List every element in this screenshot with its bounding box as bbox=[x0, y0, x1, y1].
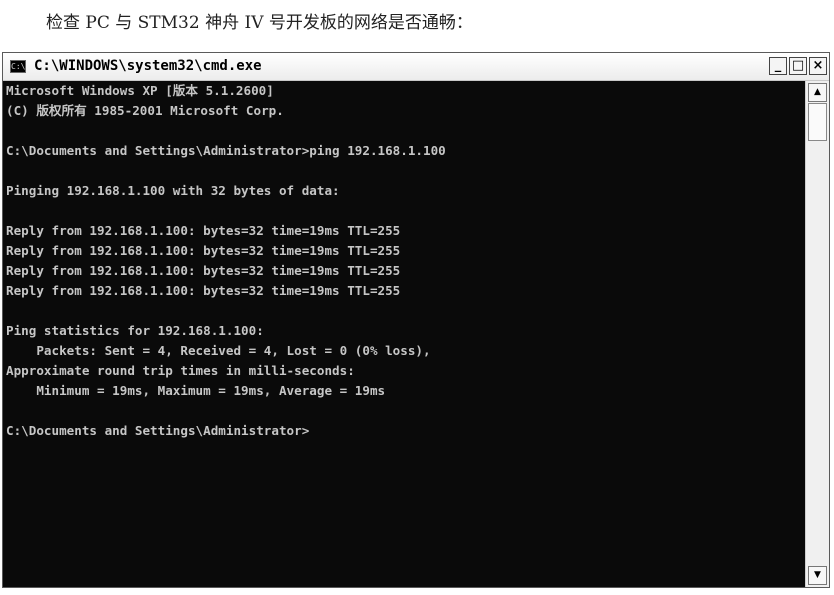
vertical-scrollbar[interactable]: ▲ ▼ bbox=[805, 81, 829, 587]
console-line: Minimum = 19ms, Maximum = 19ms, Average … bbox=[6, 383, 386, 398]
console-line: Reply from 192.168.1.100: bytes=32 time=… bbox=[6, 223, 401, 238]
console-line: Packets: Sent = 4, Received = 4, Lost = … bbox=[6, 343, 431, 358]
console-output[interactable]: Microsoft Windows XP [版本 5.1.2600] (C) 版… bbox=[3, 81, 805, 587]
console-line: Reply from 192.168.1.100: bytes=32 time=… bbox=[6, 243, 401, 258]
console-line: Ping statistics for 192.168.1.100: bbox=[6, 323, 264, 338]
scroll-up-arrow-icon[interactable]: ▲ bbox=[808, 83, 827, 102]
title-bar[interactable]: C:\ C:\WINDOWS\system32\cmd.exe _ □ × bbox=[3, 53, 829, 81]
console-line: C:\Documents and Settings\Administrator>… bbox=[6, 143, 446, 158]
console-line: Reply from 192.168.1.100: bytes=32 time=… bbox=[6, 263, 401, 278]
window-title: C:\WINDOWS\system32\cmd.exe bbox=[34, 58, 262, 74]
console-line: Approximate round trip times in milli-se… bbox=[6, 363, 355, 378]
cmd-window: C:\ C:\WINDOWS\system32\cmd.exe _ □ × Mi… bbox=[2, 52, 830, 588]
console-line: Pinging 192.168.1.100 with 32 bytes of d… bbox=[6, 183, 340, 198]
close-button[interactable]: × bbox=[809, 57, 827, 75]
console-line: Microsoft Windows XP [版本 5.1.2600] bbox=[6, 83, 274, 98]
maximize-button[interactable]: □ bbox=[789, 57, 807, 75]
console-line: (C) 版权所有 1985-2001 Microsoft Corp. bbox=[6, 103, 284, 118]
cmd-app-icon[interactable]: C:\ bbox=[10, 60, 26, 73]
document-caption: 检查 PC 与 STM32 神舟 IV 号开发板的网络是否通畅： bbox=[46, 13, 473, 33]
console-prompt-line: C:\Documents and Settings\Administrator> bbox=[6, 423, 310, 438]
console-line: Reply from 192.168.1.100: bytes=32 time=… bbox=[6, 283, 401, 298]
minimize-button[interactable]: _ bbox=[769, 57, 787, 75]
scroll-thumb[interactable] bbox=[808, 103, 827, 141]
scroll-down-arrow-icon[interactable]: ▼ bbox=[808, 566, 827, 585]
